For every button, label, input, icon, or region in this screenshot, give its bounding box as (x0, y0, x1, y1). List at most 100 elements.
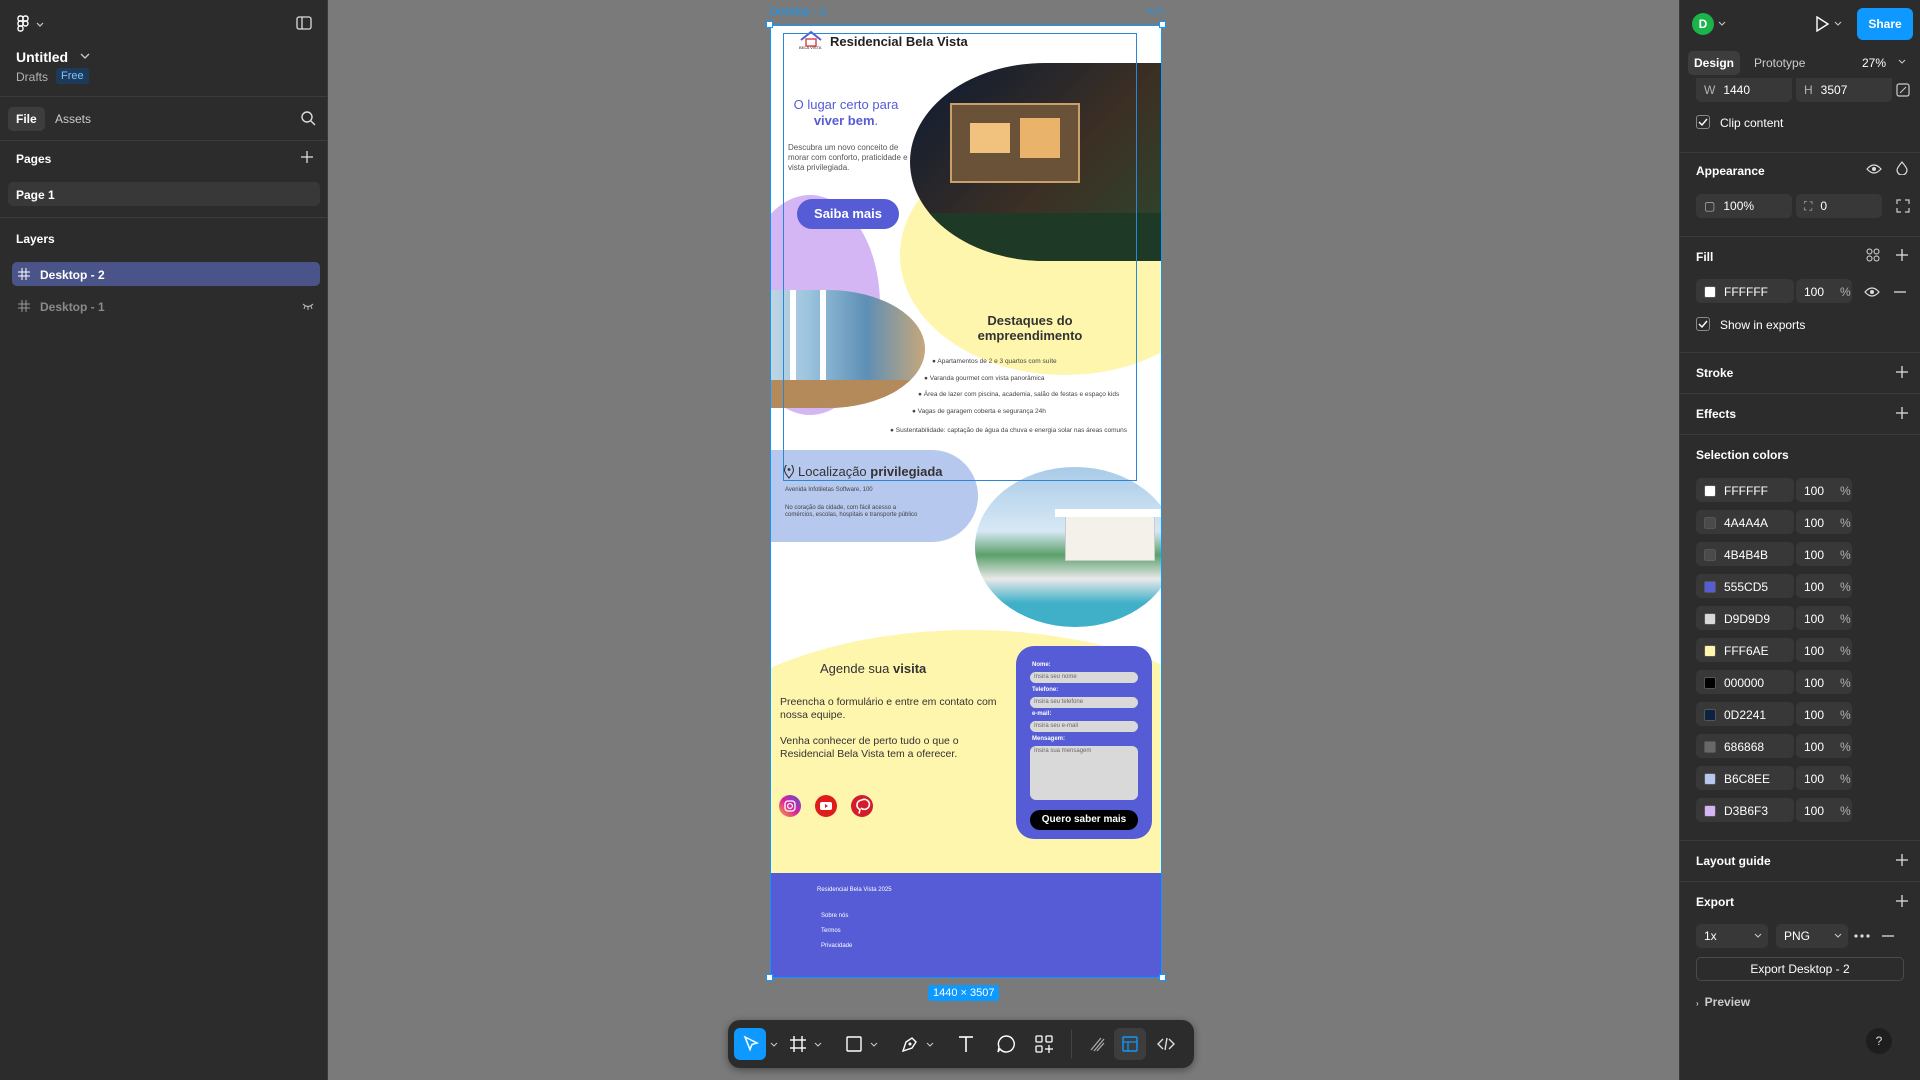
color-opacity[interactable]: 100 (1804, 804, 1824, 818)
color-hex[interactable]: 555CD5 (1724, 580, 1768, 594)
styles-grid-icon[interactable] (1866, 248, 1880, 262)
color-opacity[interactable]: 100 (1804, 612, 1824, 626)
expand-corners-icon[interactable] (1896, 199, 1910, 213)
color-opacity[interactable]: 100 (1804, 548, 1824, 562)
remove-export-icon[interactable] (1882, 935, 1894, 937)
height-field[interactable]: H 3507 (1796, 78, 1892, 102)
clip-content-checkbox[interactable] (1696, 115, 1710, 129)
resize-handle[interactable] (766, 21, 773, 28)
help-button[interactable]: ? (1866, 1028, 1892, 1054)
text-tool-icon[interactable] (954, 1032, 978, 1056)
chevron-down-icon[interactable] (870, 1042, 878, 1048)
color-opacity[interactable]: 100 (1804, 580, 1824, 594)
show-in-exports-checkbox[interactable] (1696, 317, 1710, 331)
color-swatch[interactable] (1704, 773, 1716, 785)
resize-handle[interactable] (766, 974, 773, 981)
page-item[interactable]: Page 1 (8, 182, 320, 206)
pen-tool-icon[interactable] (898, 1032, 922, 1056)
resize-handle[interactable] (1159, 21, 1166, 28)
draw-mode-icon[interactable] (1086, 1032, 1110, 1056)
actions-tool-icon[interactable] (1032, 1032, 1056, 1056)
frame-label[interactable]: Desktop - 2 (770, 6, 826, 18)
toggle-sidebar-icon[interactable] (296, 16, 312, 30)
comment-tool-icon[interactable] (994, 1032, 1018, 1056)
avatar[interactable]: D (1692, 13, 1714, 35)
export-button[interactable]: Export Desktop - 2 (1696, 957, 1904, 981)
color-hex[interactable]: D3B6F3 (1724, 804, 1768, 818)
preview-toggle[interactable]: › Preview (1696, 995, 1750, 1009)
fill-swatch[interactable] (1704, 286, 1716, 298)
add-effect-icon[interactable] (1894, 405, 1910, 421)
chevron-down-icon[interactable] (770, 1042, 778, 1048)
color-hex[interactable]: FFF6AE (1724, 644, 1769, 658)
selection-color-row[interactable]: 000000 100% (1696, 670, 1912, 696)
selection-color-row[interactable]: D3B6F3 100% (1696, 798, 1912, 824)
layer-item-desktop-2[interactable]: Desktop - 2 (12, 262, 320, 286)
add-fill-icon[interactable] (1894, 247, 1910, 263)
search-icon[interactable] (300, 110, 316, 126)
resize-to-fit-icon[interactable] (1896, 83, 1910, 97)
color-swatch[interactable] (1704, 645, 1716, 657)
color-swatch[interactable] (1704, 677, 1716, 689)
width-field[interactable]: W 1440 (1696, 78, 1792, 102)
color-swatch[interactable] (1704, 517, 1716, 529)
move-tool[interactable] (734, 1028, 766, 1060)
dev-mode-icon[interactable] (1154, 1032, 1178, 1056)
eye-icon[interactable] (1864, 286, 1880, 298)
selection-color-row[interactable]: 555CD5 100% (1696, 574, 1912, 600)
code-icon[interactable]: </> (1146, 6, 1164, 17)
opacity-field[interactable]: ▢ 100% (1696, 194, 1792, 218)
color-opacity[interactable]: 100 (1804, 676, 1824, 690)
selection-color-row[interactable]: 0D2241 100% (1696, 702, 1912, 728)
color-opacity[interactable]: 100 (1804, 484, 1824, 498)
selection-color-row[interactable]: 686868 100% (1696, 734, 1912, 760)
fill-row[interactable]: FFFFFF 100 % (1696, 279, 1912, 305)
color-hex[interactable]: FFFFFF (1724, 484, 1768, 498)
selection-color-row[interactable]: FFFFFF 100% (1696, 478, 1912, 504)
color-swatch[interactable] (1704, 581, 1716, 593)
selection-color-row[interactable]: D9D9D9 100% (1696, 606, 1912, 632)
chevron-down-icon[interactable] (926, 1042, 934, 1048)
chevron-down-icon[interactable] (80, 52, 90, 60)
eye-icon[interactable] (1866, 163, 1882, 175)
color-opacity[interactable]: 100 (1804, 708, 1824, 722)
share-button[interactable]: Share (1857, 8, 1913, 40)
export-scale-select[interactable]: 1x (1696, 924, 1768, 948)
corner-radius-field[interactable]: ⛶ 0 (1796, 194, 1882, 218)
rectangle-tool-icon[interactable] (842, 1032, 866, 1056)
color-opacity[interactable]: 100 (1804, 516, 1824, 530)
add-export-icon[interactable] (1894, 893, 1910, 909)
tab-design[interactable]: Design (1688, 51, 1741, 75)
present-play-icon[interactable] (1814, 15, 1830, 33)
selection-color-row[interactable]: B6C8EE 100% (1696, 766, 1912, 792)
color-opacity[interactable]: 100 (1804, 772, 1824, 786)
design-mode-button[interactable] (1114, 1028, 1146, 1060)
color-hex[interactable]: 0D2241 (1724, 708, 1766, 722)
resize-handle[interactable] (1159, 974, 1166, 981)
color-hex[interactable]: 000000 (1724, 676, 1764, 690)
color-swatch[interactable] (1704, 613, 1716, 625)
color-swatch[interactable] (1704, 741, 1716, 753)
layer-item-desktop-1[interactable]: Desktop - 1 (12, 294, 320, 318)
frame-tool-icon[interactable] (786, 1032, 810, 1056)
tab-prototype[interactable]: Prototype (1754, 56, 1805, 70)
file-title[interactable]: Untitled (16, 49, 68, 65)
figma-menu-button[interactable] (16, 14, 46, 34)
chevron-down-icon[interactable] (1718, 21, 1726, 27)
drafts-label[interactable]: Drafts (16, 70, 48, 84)
selection-color-row[interactable]: 4B4B4B 100% (1696, 542, 1912, 568)
color-hex[interactable]: D9D9D9 (1724, 612, 1770, 626)
chevron-down-icon[interactable] (814, 1042, 822, 1048)
color-hex[interactable]: 4B4B4B (1724, 548, 1768, 562)
color-swatch[interactable] (1704, 549, 1716, 561)
color-swatch[interactable] (1704, 709, 1716, 721)
color-swatch[interactable] (1704, 805, 1716, 817)
selection-color-row[interactable]: 4A4A4A 100% (1696, 510, 1912, 536)
export-format-select[interactable]: PNG (1776, 924, 1848, 948)
blend-mode-icon[interactable] (1896, 161, 1908, 175)
color-opacity[interactable]: 100 (1804, 740, 1824, 754)
color-hex[interactable]: 686868 (1724, 740, 1764, 754)
color-hex[interactable]: 4A4A4A (1724, 516, 1768, 530)
add-layout-guide-icon[interactable] (1894, 852, 1910, 868)
hidden-eye-icon[interactable] (302, 302, 314, 310)
